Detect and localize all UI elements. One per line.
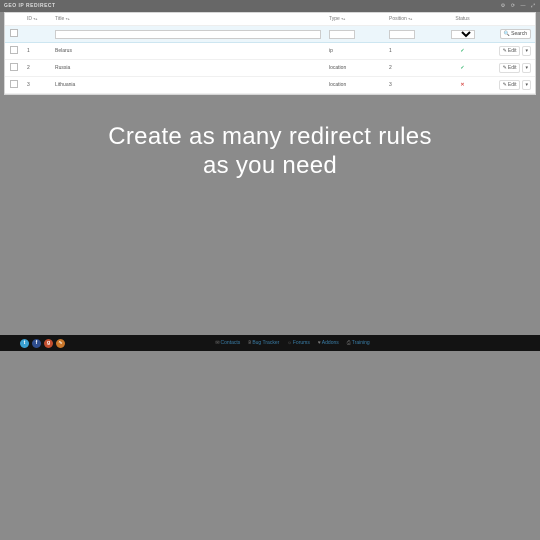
- status-enabled-icon: ✓: [460, 48, 464, 54]
- cell-id: 2: [23, 60, 51, 77]
- facebook-icon[interactable]: f: [32, 339, 41, 348]
- cell-position: 1: [385, 43, 435, 60]
- twitter-icon[interactable]: t: [20, 339, 29, 348]
- edit-button[interactable]: ✎ Edit: [499, 46, 521, 56]
- pencil-icon: ✎: [503, 65, 507, 71]
- cell-status: ✕: [435, 77, 490, 94]
- table-row: 3Lithuanialocation3✕✎ Edit▾: [5, 77, 535, 94]
- social-icons: t f g ∿: [20, 339, 65, 348]
- sort-icon: ▾▴: [33, 16, 37, 21]
- filter-type-input[interactable]: [329, 30, 355, 39]
- status-enabled-icon: ✓: [460, 65, 464, 71]
- footer-link[interactable]: ⎙Training: [347, 340, 370, 346]
- cell-id: 3: [23, 77, 51, 94]
- cell-status: ✓: [435, 60, 490, 77]
- sort-icon: ▾▴: [408, 16, 412, 21]
- cell-position: 3: [385, 77, 435, 94]
- expand-icon[interactable]: ⤢: [530, 3, 536, 9]
- footer-link-label: Training: [352, 340, 370, 346]
- footer-link[interactable]: ♥Addons: [318, 340, 339, 346]
- footer-links: ✉Contacts 𐌁Bug Tracker ☼Forums ♥Addons ⎙Trai…: [215, 340, 369, 346]
- footer-link-label: Contacts: [221, 340, 241, 346]
- settings-icon[interactable]: ⚙: [500, 3, 506, 9]
- rss-icon[interactable]: ∿: [56, 339, 65, 348]
- column-header-position[interactable]: Position ▾▴: [385, 13, 435, 26]
- footer-link-label: Bug Tracker: [252, 340, 279, 346]
- edit-button[interactable]: ✎ Edit: [499, 80, 521, 90]
- rules-table-container: ID ▾▴ Title ▾▴ Type ▾▴ Position ▾▴ Statu…: [4, 12, 536, 95]
- status-disabled-icon: ✕: [460, 82, 464, 88]
- row-menu-button[interactable]: ▾: [522, 80, 531, 90]
- table-row: 1Belarusip1✓✎ Edit▾: [5, 43, 535, 60]
- sort-icon: ▾▴: [66, 16, 70, 21]
- cell-title: Belarus: [51, 43, 325, 60]
- column-header-id[interactable]: ID ▾▴: [23, 13, 51, 26]
- search-button[interactable]: 🔍Search: [500, 29, 531, 39]
- hero-line-1: Create as many redirect rules: [0, 123, 540, 152]
- hero-text: Create as many redirect rules as you nee…: [0, 123, 540, 181]
- pencil-icon: ✎: [503, 48, 507, 54]
- row-checkbox[interactable]: [10, 46, 18, 54]
- column-header-title[interactable]: Title ▾▴: [51, 13, 325, 26]
- cell-type: location: [325, 60, 385, 77]
- footer-link-icon: 𐌁: [248, 340, 251, 346]
- refresh-icon[interactable]: ⟳: [510, 3, 516, 9]
- column-header-status[interactable]: Status: [435, 13, 490, 26]
- column-header-checkbox: [5, 13, 23, 26]
- footer-bar: t f g ∿ ✉Contacts 𐌁Bug Tracker ☼Forums ♥Add…: [0, 335, 540, 351]
- footer-link[interactable]: ☼Forums: [287, 340, 310, 346]
- rules-table: ID ▾▴ Title ▾▴ Type ▾▴ Position ▾▴ Statu…: [5, 13, 535, 94]
- row-menu-button[interactable]: ▾: [522, 63, 531, 73]
- footer-link-label: Addons: [322, 340, 339, 346]
- edit-button[interactable]: ✎ Edit: [499, 63, 521, 73]
- filter-title-input[interactable]: [55, 30, 321, 39]
- table-filter-row: 🔍Search: [5, 26, 535, 43]
- row-menu-button[interactable]: ▾: [522, 46, 531, 56]
- googleplus-icon[interactable]: g: [44, 339, 53, 348]
- footer-link[interactable]: 𐌁Bug Tracker: [248, 340, 279, 346]
- cell-type: ip: [325, 43, 385, 60]
- panel-title: GEO IP REDIRECT: [4, 3, 56, 9]
- footer-link[interactable]: ✉Contacts: [215, 340, 240, 346]
- sort-icon: ▾▴: [341, 16, 345, 21]
- search-icon: 🔍: [504, 31, 510, 37]
- pencil-icon: ✎: [503, 82, 507, 88]
- cell-title: Russia: [51, 60, 325, 77]
- footer-link-icon: ♥: [318, 340, 321, 346]
- row-checkbox[interactable]: [10, 63, 18, 71]
- footer-link-icon: ☼: [287, 340, 292, 346]
- filter-status-select[interactable]: [451, 30, 475, 39]
- hero-line-2: as you need: [0, 152, 540, 181]
- footer-link-label: Forums: [293, 340, 310, 346]
- panel-controls: ⚙ ⟳ — ⤢: [500, 3, 536, 9]
- cell-id: 1: [23, 43, 51, 60]
- footer-link-icon: ⎙: [347, 340, 351, 346]
- filter-position-input[interactable]: [389, 30, 415, 39]
- cell-title: Lithuania: [51, 77, 325, 94]
- cell-position: 2: [385, 60, 435, 77]
- select-all-checkbox[interactable]: [10, 29, 18, 37]
- cell-type: location: [325, 77, 385, 94]
- minimize-icon[interactable]: —: [520, 3, 526, 9]
- row-checkbox[interactable]: [10, 80, 18, 88]
- footer-link-icon: ✉: [215, 340, 219, 346]
- column-header-actions: [490, 13, 535, 26]
- cell-status: ✓: [435, 43, 490, 60]
- column-header-type[interactable]: Type ▾▴: [325, 13, 385, 26]
- panel-header: GEO IP REDIRECT ⚙ ⟳ — ⤢: [0, 0, 540, 12]
- table-header-row: ID ▾▴ Title ▾▴ Type ▾▴ Position ▾▴ Statu…: [5, 13, 535, 26]
- table-row: 2Russialocation2✓✎ Edit▾: [5, 60, 535, 77]
